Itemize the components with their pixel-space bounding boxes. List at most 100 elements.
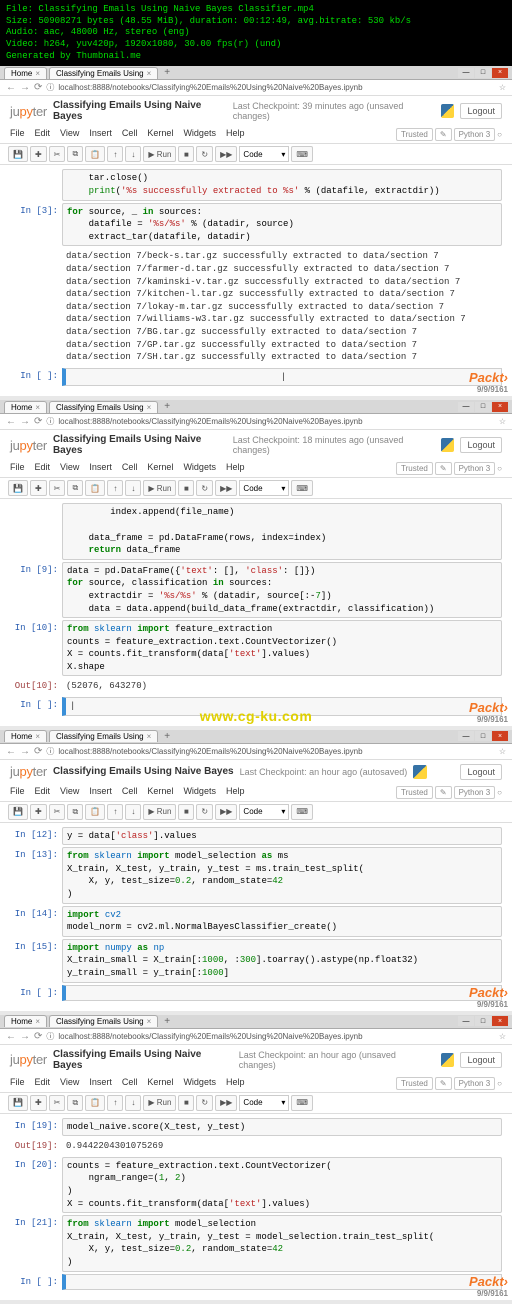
info-icon[interactable]: ⓘ	[46, 746, 54, 757]
bookmark-icon[interactable]: ☆	[499, 1032, 506, 1041]
code-cell[interactable]: for source, _ in sources: datafile = '%s…	[62, 203, 502, 247]
close-icon[interactable]: ×	[35, 403, 40, 412]
restart-run-button[interactable]: ▶▶	[215, 804, 237, 820]
menu-cell[interactable]: Cell	[122, 128, 138, 141]
menu-edit[interactable]: Edit	[35, 786, 51, 799]
new-tab-button[interactable]: +	[160, 1016, 174, 1027]
menu-kernel[interactable]: Kernel	[147, 786, 173, 799]
new-tab-button[interactable]: +	[160, 67, 174, 78]
forward-icon[interactable]: →	[20, 416, 30, 427]
code-cell[interactable]: import cv2 model_norm = cv2.ml.NormalBay…	[62, 906, 502, 937]
jupyter-logo[interactable]: jupyter	[10, 104, 47, 119]
move-down-button[interactable]: ↓	[125, 480, 141, 496]
notebook-title[interactable]: Classifying Emails Using Naive Bayes	[53, 766, 234, 777]
move-up-button[interactable]: ↑	[107, 146, 123, 162]
menu-edit[interactable]: Edit	[35, 462, 51, 475]
menu-cell[interactable]: Cell	[122, 462, 138, 475]
restart-button[interactable]: ↻	[196, 146, 213, 162]
info-icon[interactable]: ⓘ	[46, 1031, 54, 1042]
url-text[interactable]: localhost:8888/notebooks/Classifying%20E…	[58, 417, 494, 426]
restart-run-button[interactable]: ▶▶	[215, 480, 237, 496]
menu-widgets[interactable]: Widgets	[183, 786, 216, 799]
paste-button[interactable]: 📋	[85, 1095, 105, 1111]
copy-button[interactable]: ⧉	[67, 804, 83, 820]
menu-insert[interactable]: Insert	[89, 128, 112, 141]
move-down-button[interactable]: ↓	[125, 146, 141, 162]
menu-help[interactable]: Help	[226, 786, 245, 799]
menu-view[interactable]: View	[60, 786, 79, 799]
notebook-title[interactable]: Classifying Emails Using Naive Bayes	[53, 434, 227, 456]
close-button[interactable]: ×	[492, 68, 508, 78]
forward-icon[interactable]: →	[20, 1031, 30, 1042]
kernel-pill[interactable]: Python 3	[454, 128, 496, 141]
close-button[interactable]: ×	[492, 402, 508, 412]
cut-button[interactable]: ✂	[49, 1095, 66, 1111]
jupyter-logo[interactable]: jupyter	[10, 764, 47, 779]
pencil-icon[interactable]: ✎	[435, 128, 452, 141]
add-cell-button[interactable]: ✚	[30, 804, 47, 820]
close-button[interactable]: ×	[492, 731, 508, 741]
trusted-pill[interactable]: Trusted	[396, 786, 433, 799]
menu-widgets[interactable]: Widgets	[183, 462, 216, 475]
code-cell[interactable]: data = pd.DataFrame({'text': [], 'class'…	[62, 562, 502, 618]
forward-icon[interactable]: →	[20, 82, 30, 93]
close-icon[interactable]: ×	[147, 69, 152, 78]
celltype-select[interactable]: Code▾	[239, 804, 289, 820]
command-palette-button[interactable]: ⌨	[291, 146, 313, 162]
reload-icon[interactable]: ⟳	[34, 746, 42, 757]
menu-insert[interactable]: Insert	[89, 786, 112, 799]
trusted-pill[interactable]: Trusted	[396, 128, 433, 141]
stop-button[interactable]: ■	[178, 1095, 194, 1111]
menu-cell[interactable]: Cell	[122, 786, 138, 799]
back-icon[interactable]: ←	[6, 82, 16, 93]
empty-cell[interactable]	[62, 1274, 502, 1290]
menu-insert[interactable]: Insert	[89, 1077, 112, 1090]
url-text[interactable]: localhost:8888/notebooks/Classifying%20E…	[58, 1032, 494, 1041]
pencil-icon[interactable]: ✎	[435, 1077, 452, 1090]
kernel-pill[interactable]: Python 3	[454, 462, 496, 475]
back-icon[interactable]: ←	[6, 1031, 16, 1042]
menu-help[interactable]: Help	[226, 462, 245, 475]
minimize-button[interactable]: —	[458, 1016, 474, 1026]
back-icon[interactable]: ←	[6, 416, 16, 427]
close-icon[interactable]: ×	[147, 403, 152, 412]
back-icon[interactable]: ←	[6, 746, 16, 757]
menu-widgets[interactable]: Widgets	[183, 1077, 216, 1090]
paste-button[interactable]: 📋	[85, 146, 105, 162]
menu-kernel[interactable]: Kernel	[147, 1077, 173, 1090]
stop-button[interactable]: ■	[178, 146, 194, 162]
code-cell[interactable]: counts = feature_extraction.text.CountVe…	[62, 1157, 502, 1213]
reload-icon[interactable]: ⟳	[34, 416, 42, 427]
move-down-button[interactable]: ↓	[125, 1095, 141, 1111]
menu-file[interactable]: File	[10, 462, 25, 475]
menu-view[interactable]: View	[60, 1077, 79, 1090]
pencil-icon[interactable]: ✎	[435, 462, 452, 475]
menu-edit[interactable]: Edit	[35, 1077, 51, 1090]
menu-kernel[interactable]: Kernel	[147, 462, 173, 475]
url-text[interactable]: localhost:8888/notebooks/Classifying%20E…	[58, 83, 494, 92]
maximize-button[interactable]: □	[475, 68, 491, 78]
copy-button[interactable]: ⧉	[67, 480, 83, 496]
jupyter-logo[interactable]: jupyter	[10, 1052, 47, 1067]
code-cell[interactable]: import numpy as np X_train_small = X_tra…	[62, 939, 502, 983]
menu-kernel[interactable]: Kernel	[147, 128, 173, 141]
save-button[interactable]: 💾	[8, 146, 28, 162]
empty-cell[interactable]	[62, 985, 502, 1001]
info-icon[interactable]: ⓘ	[46, 416, 54, 427]
stop-button[interactable]: ■	[178, 804, 194, 820]
code-cell[interactable]: from sklearn import model_selection as m…	[62, 847, 502, 903]
command-palette-button[interactable]: ⌨	[291, 804, 313, 820]
minimize-button[interactable]: —	[458, 68, 474, 78]
url-text[interactable]: localhost:8888/notebooks/Classifying%20E…	[58, 747, 494, 756]
run-button[interactable]: ▶ Run	[143, 146, 176, 162]
add-cell-button[interactable]: ✚	[30, 480, 47, 496]
info-icon[interactable]: ⓘ	[46, 82, 54, 93]
restart-button[interactable]: ↻	[196, 480, 213, 496]
logout-button[interactable]: Logout	[460, 1052, 502, 1068]
code-cell[interactable]: model_naive.score(X_test, y_test)	[62, 1118, 502, 1137]
empty-cell[interactable]: |	[62, 368, 502, 387]
bookmark-icon[interactable]: ☆	[499, 747, 506, 756]
celltype-select[interactable]: Code▾	[239, 1095, 289, 1111]
reload-icon[interactable]: ⟳	[34, 1031, 42, 1042]
new-tab-button[interactable]: +	[160, 401, 174, 412]
